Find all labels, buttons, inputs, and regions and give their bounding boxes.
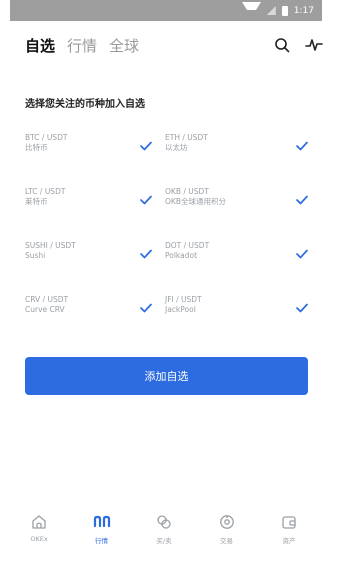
search-icon[interactable] [271, 34, 293, 56]
coin-item-dot[interactable]: DOT / USDT Polkadot [165, 241, 308, 271]
tab-watchlist[interactable]: 自选 [25, 35, 55, 56]
checkmark-icon[interactable] [295, 193, 309, 207]
nav-item-assets[interactable]: 资产 [264, 513, 314, 557]
coin-pair: JFI / USDT [165, 295, 202, 304]
nav-item-buy-sell[interactable]: 买/卖 [139, 513, 189, 557]
status-time: 1:17 [293, 5, 314, 16]
tab-global[interactable]: 全球 [109, 35, 139, 56]
signal-icon [266, 6, 276, 15]
coin-grid: BTC / USDT 比特币 ETH / USDT 以太坊 LTC / USDT… [25, 133, 308, 325]
coin-item-btc[interactable]: BTC / USDT 比特币 [25, 133, 165, 163]
market-icon [93, 513, 111, 531]
nav-item-okex[interactable]: OKEx [14, 513, 64, 557]
section-title: 选择您关注的币种加入自选 [25, 99, 145, 110]
header: 自选 行情 全球 [25, 34, 325, 56]
checkmark-icon[interactable] [139, 193, 153, 207]
home-icon [30, 513, 48, 531]
coin-name: OKB全球通用积分 [165, 197, 226, 206]
nav-label: 资产 [282, 537, 296, 545]
coin-item-eth[interactable]: ETH / USDT 以太坊 [165, 133, 308, 163]
checkmark-icon[interactable] [139, 139, 153, 153]
nav-item-market[interactable]: 行情 [77, 513, 127, 557]
nav-label: 买/卖 [156, 537, 172, 545]
coin-item-sushi[interactable]: SUSHI / USDT Sushi [25, 241, 165, 271]
checkmark-icon[interactable] [139, 301, 153, 315]
nav-item-exchange[interactable]: 交易 [202, 513, 252, 557]
nav-label: 行情 [95, 537, 108, 545]
checkmark-icon[interactable] [139, 247, 153, 261]
exchange-icon [218, 513, 236, 531]
add-watchlist-button[interactable]: 添加自选 [25, 357, 308, 395]
coin-item-crv[interactable]: CRV / USDT Curve CRV [25, 295, 165, 325]
nav-label: OKEx [30, 535, 48, 543]
checkmark-icon[interactable] [295, 301, 309, 315]
trade-icon [155, 513, 173, 531]
checkmark-icon[interactable] [295, 139, 309, 153]
coin-name: JackPool [165, 305, 196, 314]
wallet-icon [280, 513, 298, 531]
activity-icon[interactable] [303, 34, 325, 56]
battery-icon [281, 5, 288, 16]
checkmark-icon[interactable] [295, 247, 309, 261]
coin-pair: ETH / USDT [165, 133, 208, 142]
nav-label: 交易 [220, 537, 233, 545]
coin-item-ltc[interactable]: LTC / USDT 莱特币 [25, 187, 165, 217]
coin-item-okb[interactable]: OKB / USDT OKB全球通用积分 [165, 187, 308, 217]
coin-pair: DOT / USDT [165, 241, 210, 250]
coin-name: 以太坊 [165, 143, 188, 152]
coin-pair: OKB / USDT [165, 187, 209, 196]
tab-market[interactable]: 行情 [67, 35, 97, 56]
wifi-icon [241, 2, 261, 19]
status-bar: 1:17 [10, 0, 322, 21]
coin-name: Polkadot [165, 251, 198, 260]
bottom-nav: OKEx 行情 买/卖 交易 资产 [14, 513, 314, 557]
coin-item-jfi[interactable]: JFI / USDT JackPool [165, 295, 308, 325]
